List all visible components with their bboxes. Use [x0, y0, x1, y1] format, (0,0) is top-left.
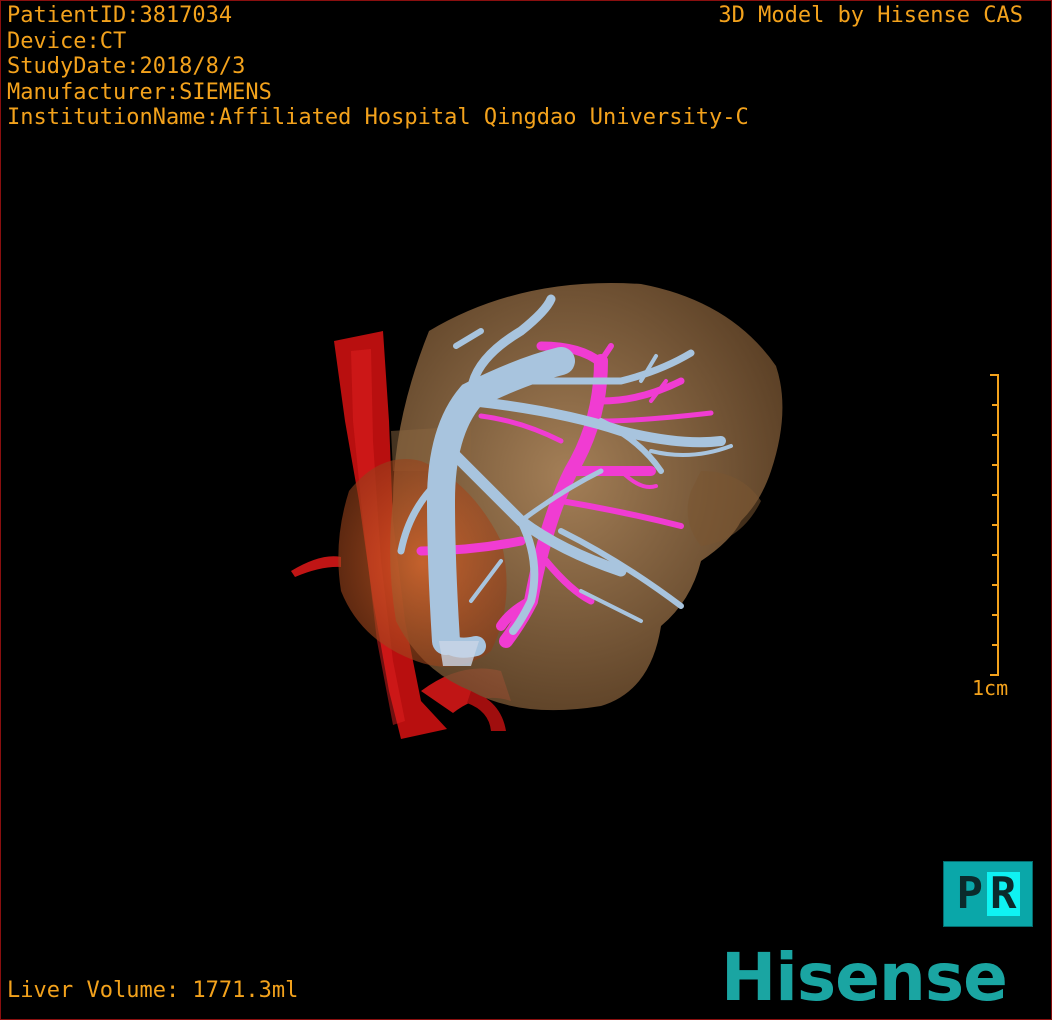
liver-3d-model[interactable]: [1, 1, 1051, 1019]
scale-bar: [990, 374, 999, 676]
model-credit: 3D Model by Hisense CAS: [718, 3, 1023, 28]
study-date: StudyDate:2018/8/3: [7, 54, 246, 79]
device: Device:CT: [7, 28, 127, 54]
brand-logo: Hisense: [721, 939, 1008, 1016]
institution-name: InstitutionName:Affiliated Hospital Qing…: [7, 105, 749, 130]
viewport-frame[interactable]: PatientID:3817034 Device:CT StudyDate:20…: [0, 0, 1052, 1020]
pr-p-letter: P: [956, 868, 984, 919]
manufacturer: Manufacturer:SIEMENS: [7, 79, 272, 105]
pr-r-letter: R: [987, 872, 1020, 916]
pr-view-button[interactable]: P R: [943, 861, 1033, 927]
liver-volume: Liver Volume: 1771.3ml: [7, 978, 299, 1003]
patient-id: PatientID:3817034: [7, 3, 233, 28]
scale-label: 1cm: [972, 676, 1009, 700]
dicom-info: PatientID:3817034 Device:CT StudyDate:20…: [7, 3, 749, 131]
